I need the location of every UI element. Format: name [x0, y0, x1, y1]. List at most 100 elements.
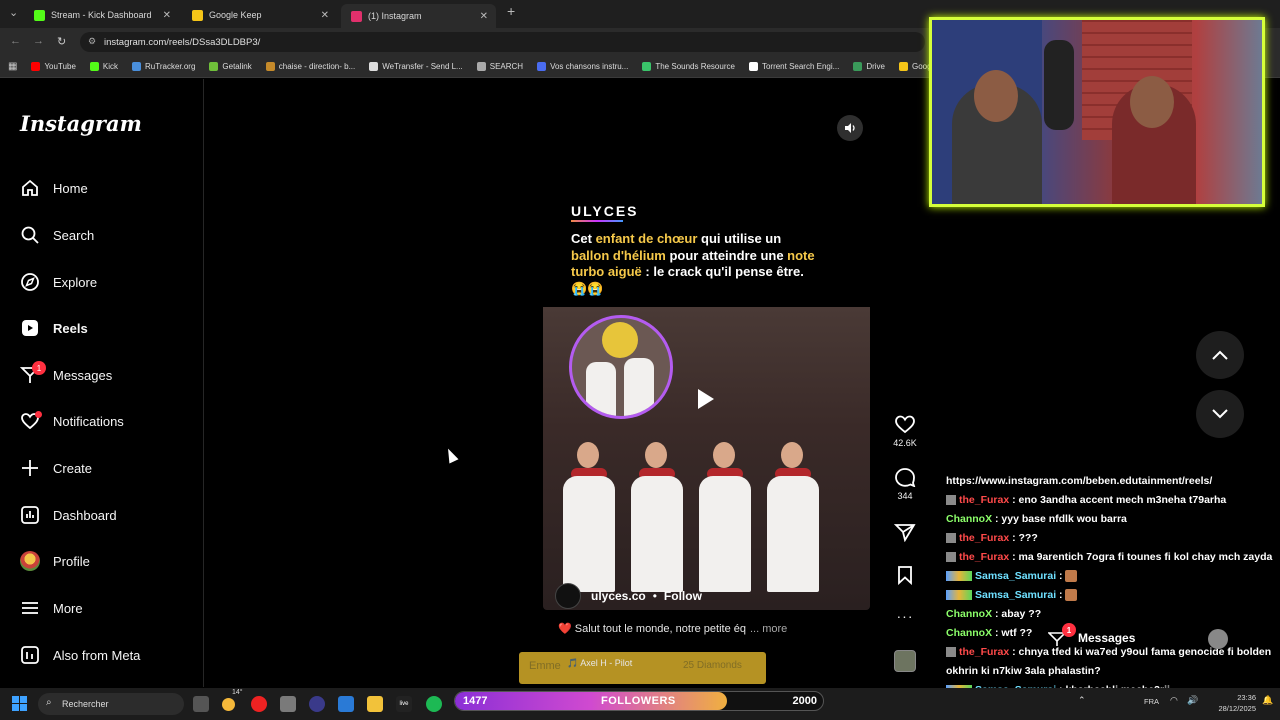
language-indicator[interactable]: FRA: [1144, 697, 1159, 706]
bookmark-label: Drive: [866, 62, 885, 71]
reel-player[interactable]: ULYCES Cet enfant de chœur qui utilise u…: [543, 107, 870, 610]
nav-label: Home: [53, 180, 88, 196]
weather-icon[interactable]: 14°: [222, 689, 243, 712]
tab-title: Google Keep: [209, 10, 262, 20]
heart-icon: [20, 411, 42, 431]
app-icon[interactable]: [280, 696, 296, 712]
chat-badge-icon: [946, 533, 956, 544]
file-explorer-icon[interactable]: [367, 696, 383, 712]
close-icon[interactable]: ✕: [480, 11, 488, 22]
system-clock[interactable]: 23:36 28/12/2025: [1210, 692, 1256, 714]
follow-button[interactable]: Follow: [664, 589, 702, 603]
bookmark-favicon-icon: [132, 62, 142, 71]
more-link[interactable]: ... more: [750, 623, 787, 635]
nav-create[interactable]: Create: [20, 456, 92, 480]
bookmark-item[interactable]: Kick: [89, 62, 118, 71]
share-action[interactable]: [890, 522, 920, 546]
clock-date: 28/12/2025: [1218, 704, 1256, 713]
apps-grid-icon[interactable]: ▦: [8, 61, 17, 72]
previous-reel-button[interactable]: [1196, 331, 1244, 379]
author-name[interactable]: ulyces.co: [591, 589, 646, 603]
messenger-icon: 1: [20, 361, 46, 385]
goal-right: 25 Diamonds: [683, 660, 742, 671]
reel-video[interactable]: ulyces.co • Follow: [543, 307, 870, 610]
bookmark-item[interactable]: The Sounds Resource: [642, 62, 735, 71]
play-icon[interactable]: [698, 389, 714, 409]
bookmark-item[interactable]: Drive: [853, 62, 885, 71]
volume-button[interactable]: [837, 115, 863, 141]
close-icon[interactable]: ✕: [321, 10, 329, 21]
messages-popup-label: Messages: [1078, 631, 1136, 645]
nav-profile[interactable]: Profile: [20, 549, 90, 573]
chat-text: okhrin ki n7kiw 3ala phalastin?: [946, 665, 1101, 677]
bookmark-item[interactable]: SEARCH: [476, 62, 523, 71]
reload-icon[interactable]: ↻: [57, 35, 66, 48]
more-options-icon[interactable]: ···: [890, 608, 920, 624]
comment-action[interactable]: 344: [890, 467, 920, 501]
nav-label: Messages: [53, 367, 113, 383]
followers-goal-bar: 1477 FOLLOWERS 2000: [454, 691, 824, 711]
back-icon[interactable]: ←: [10, 35, 21, 47]
bookmark-favicon-icon: [209, 62, 219, 71]
bookmark-item[interactable]: Getalink: [209, 62, 252, 71]
taskbar-search[interactable]: ⌕ Rechercher: [38, 693, 184, 715]
nav-home[interactable]: Home: [20, 176, 88, 200]
live-app-icon[interactable]: live: [396, 696, 412, 712]
nav-more[interactable]: More: [20, 596, 83, 620]
reel-author: ulyces.co • Follow: [555, 583, 702, 609]
followers-target: 2000: [792, 695, 817, 707]
description-text: ❤️ Salut tout le monde, notre petite éq: [558, 623, 746, 635]
nav-reels[interactable]: Reels: [20, 316, 88, 340]
nav-explore[interactable]: Explore: [20, 270, 97, 294]
nav-label: Search: [53, 227, 95, 243]
nav-label: Dashboard: [53, 507, 117, 523]
app-icon[interactable]: [309, 696, 325, 712]
tab-google-keep[interactable]: Google Keep ✕: [182, 4, 337, 26]
nav-also-from-meta[interactable]: Also from Meta: [20, 643, 140, 667]
chat-message: Samsa_Samurai :: [946, 586, 1280, 605]
nav-search[interactable]: Search: [20, 223, 94, 247]
chat-message: okhrin ki n7kiw 3ala phalastin?: [946, 662, 1280, 681]
brand-underline: [571, 220, 623, 222]
tab-list-icon[interactable]: ⌄: [9, 6, 18, 19]
spotify-icon[interactable]: [426, 696, 442, 712]
new-tab-icon[interactable]: +: [507, 3, 515, 19]
profile-avatar: [20, 551, 40, 571]
audio-thumbnail[interactable]: [894, 650, 916, 672]
instagram-logo[interactable]: Instagram: [20, 111, 142, 136]
bookmark-item[interactable]: WeTransfer - Send L...: [369, 62, 463, 71]
notification-bell-icon[interactable]: 🔔: [1262, 695, 1273, 706]
nav-messages[interactable]: 1 Messages: [20, 361, 113, 387]
windows-start-icon[interactable]: [12, 696, 28, 712]
bookmark-item[interactable]: YouTube: [31, 62, 76, 71]
nav-label: Explore: [53, 274, 98, 290]
like-action[interactable]: 42.6K: [890, 414, 920, 448]
next-reel-button[interactable]: [1196, 390, 1244, 438]
chat-badges-icon: [946, 571, 972, 582]
bookmark-item[interactable]: RuTracker.org: [132, 62, 195, 71]
bookmark-item[interactable]: Vos chansons instru...: [537, 62, 628, 71]
close-icon[interactable]: ✕: [163, 10, 171, 21]
avatar: [1208, 629, 1228, 649]
author-avatar[interactable]: [555, 583, 581, 609]
bookmark-favicon-icon: [369, 62, 379, 71]
task-view-icon[interactable]: [193, 696, 209, 712]
tab-kick-dashboard[interactable]: Stream - Kick Dashboard ✕: [24, 4, 179, 26]
site-info-icon[interactable]: ⚙: [88, 36, 96, 47]
messages-popup[interactable]: 1 Messages: [1044, 623, 1244, 653]
nav-notifications[interactable]: Notifications: [20, 409, 124, 433]
forward-icon[interactable]: →: [33, 35, 44, 47]
volume-icon[interactable]: 🔊: [1187, 695, 1198, 706]
wifi-icon[interactable]: ◠: [1170, 695, 1178, 706]
chat-text: https://www.instagram.com/beben.edutainm…: [946, 475, 1213, 487]
address-bar[interactable]: ⚙ instagram.com/reels/DSsa3DLDBP3/: [80, 32, 925, 52]
opera-icon[interactable]: [251, 696, 267, 712]
chat-username: Samsa_Samurai: [975, 570, 1057, 582]
bookmark-item[interactable]: chaise - direction- b...: [265, 62, 355, 71]
tray-chevron-icon[interactable]: ⌃: [1078, 695, 1086, 706]
nav-dashboard[interactable]: Dashboard: [20, 503, 117, 527]
save-action[interactable]: [890, 565, 920, 589]
app-icon[interactable]: [338, 696, 354, 712]
tab-instagram[interactable]: (1) Instagram ✕: [341, 4, 496, 28]
bookmark-item[interactable]: Torrent Search Engi...: [748, 62, 839, 71]
